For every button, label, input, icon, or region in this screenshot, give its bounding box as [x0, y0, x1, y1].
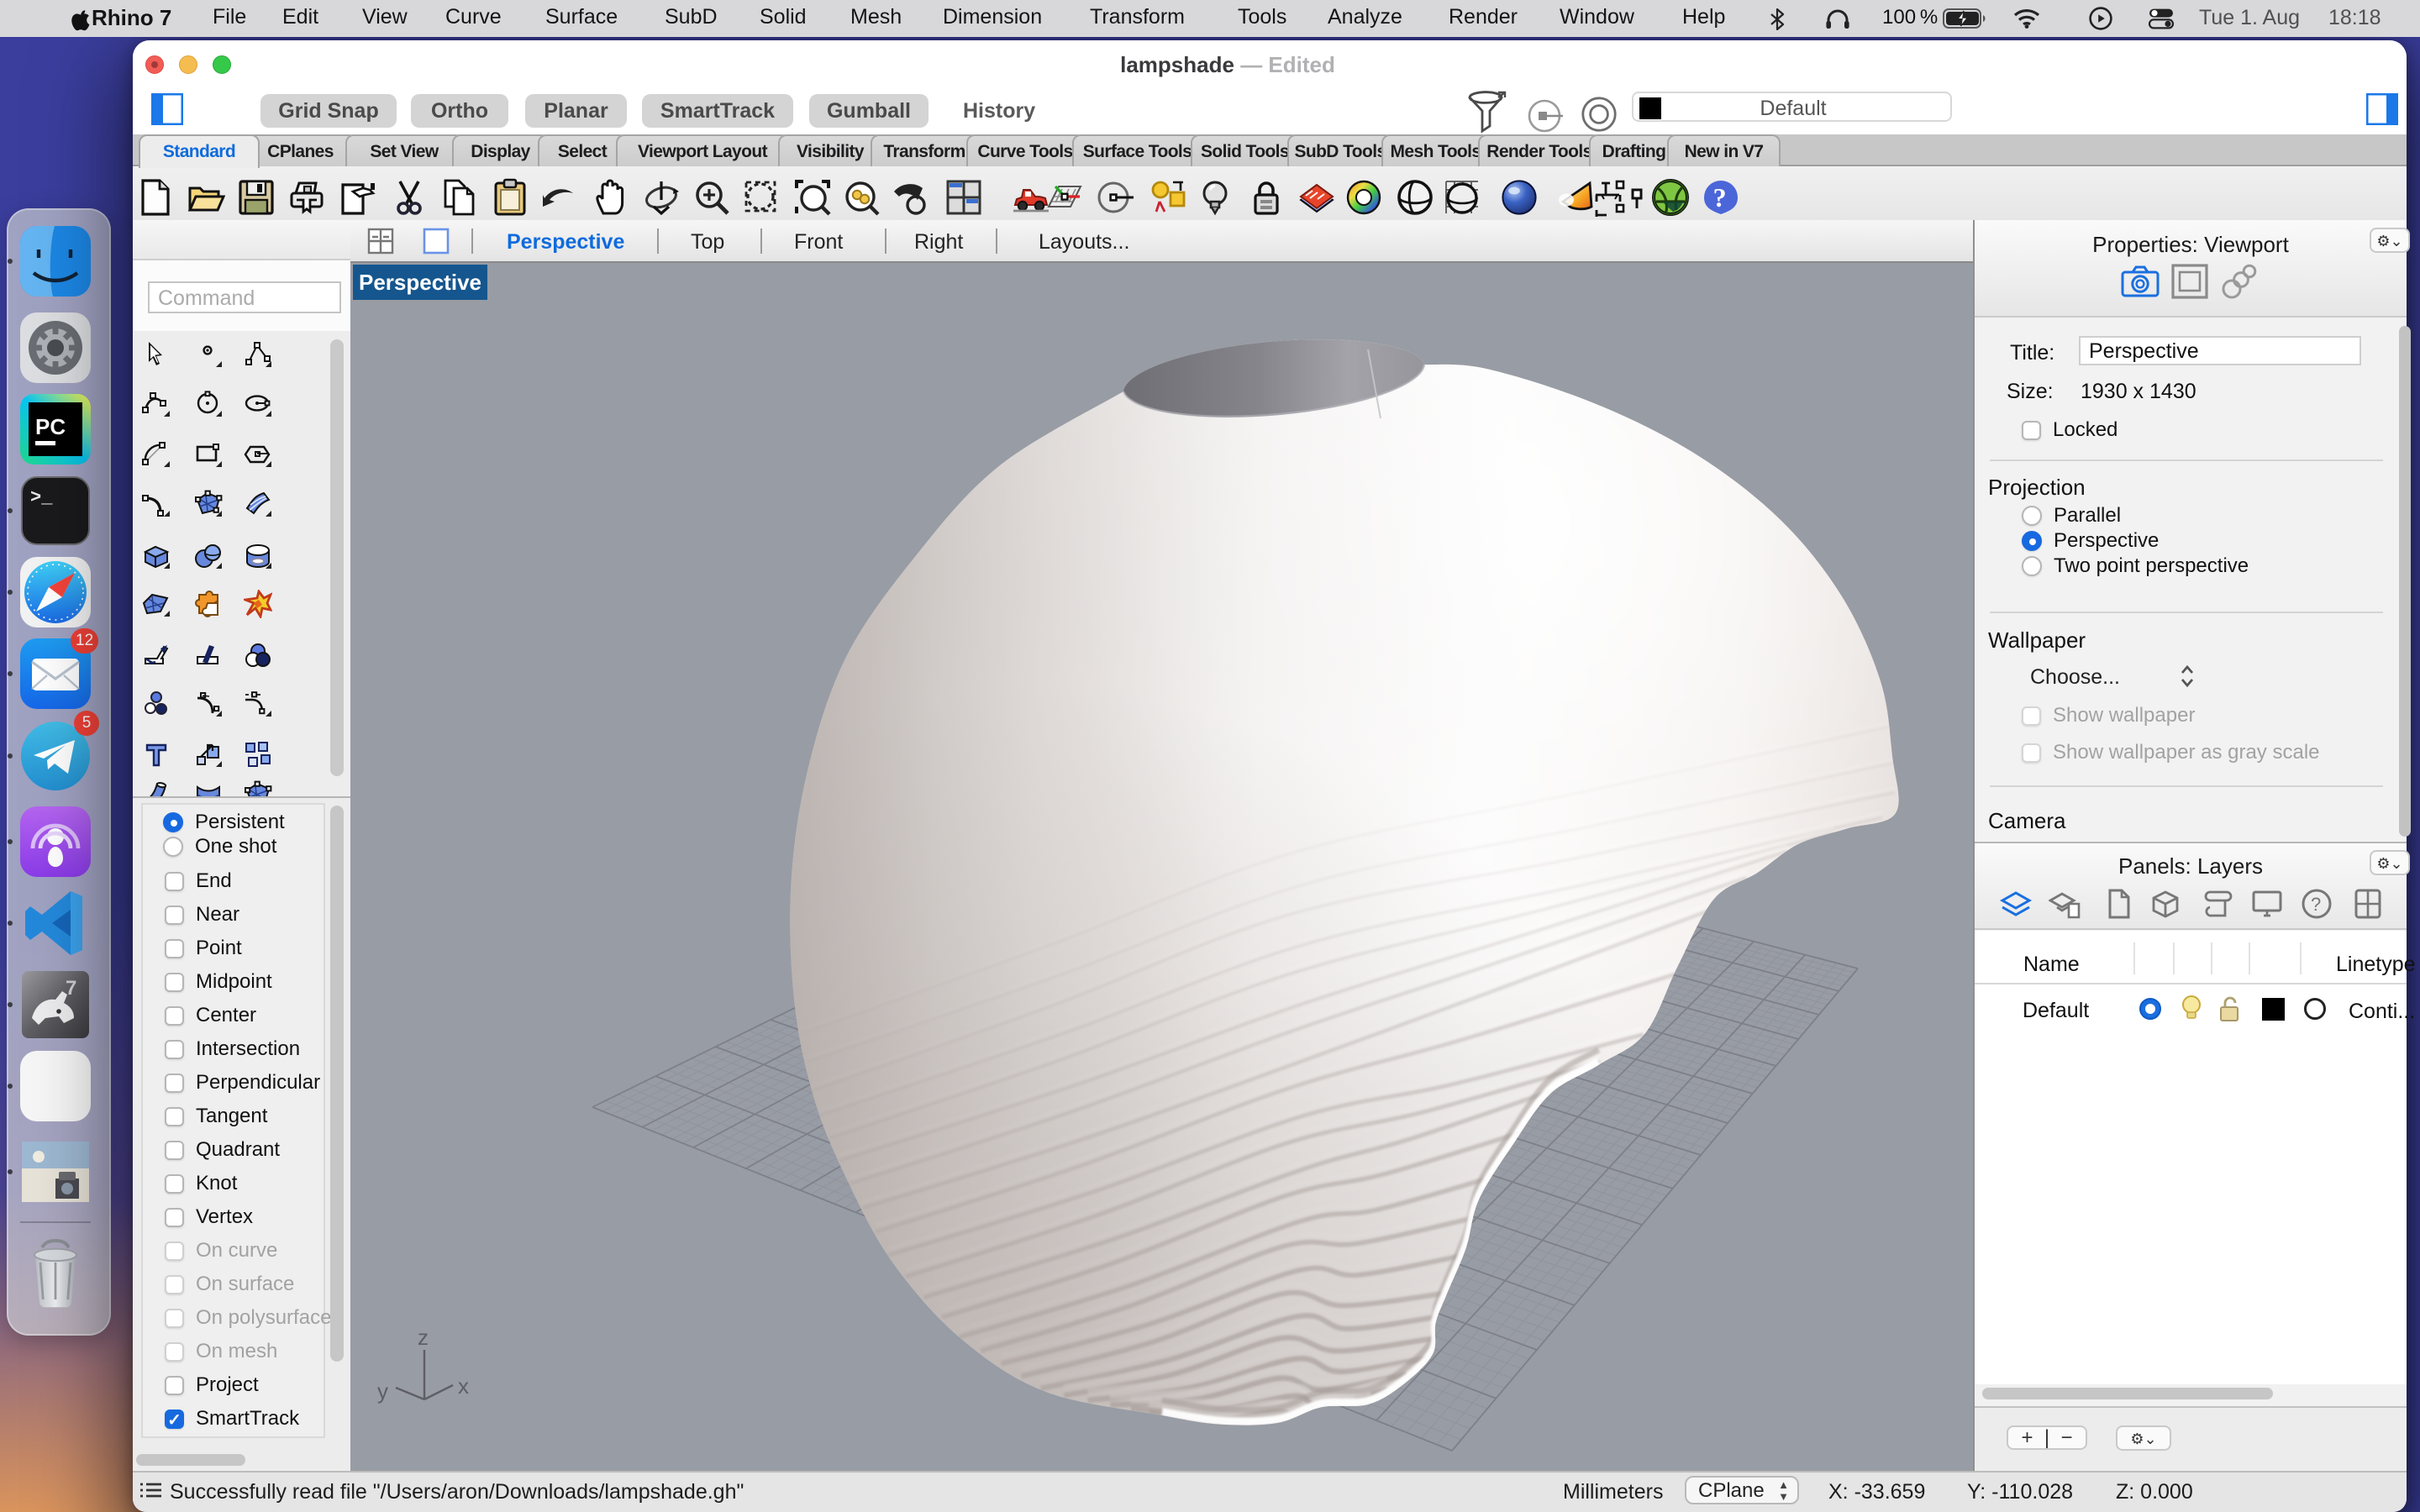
svg-text:z: z — [418, 1325, 429, 1350]
svg-text:?: ? — [2311, 894, 2321, 915]
svg-text:y: y — [377, 1378, 388, 1404]
svg-text:x: x — [458, 1373, 469, 1399]
svg-text:?: ? — [1713, 182, 1727, 213]
